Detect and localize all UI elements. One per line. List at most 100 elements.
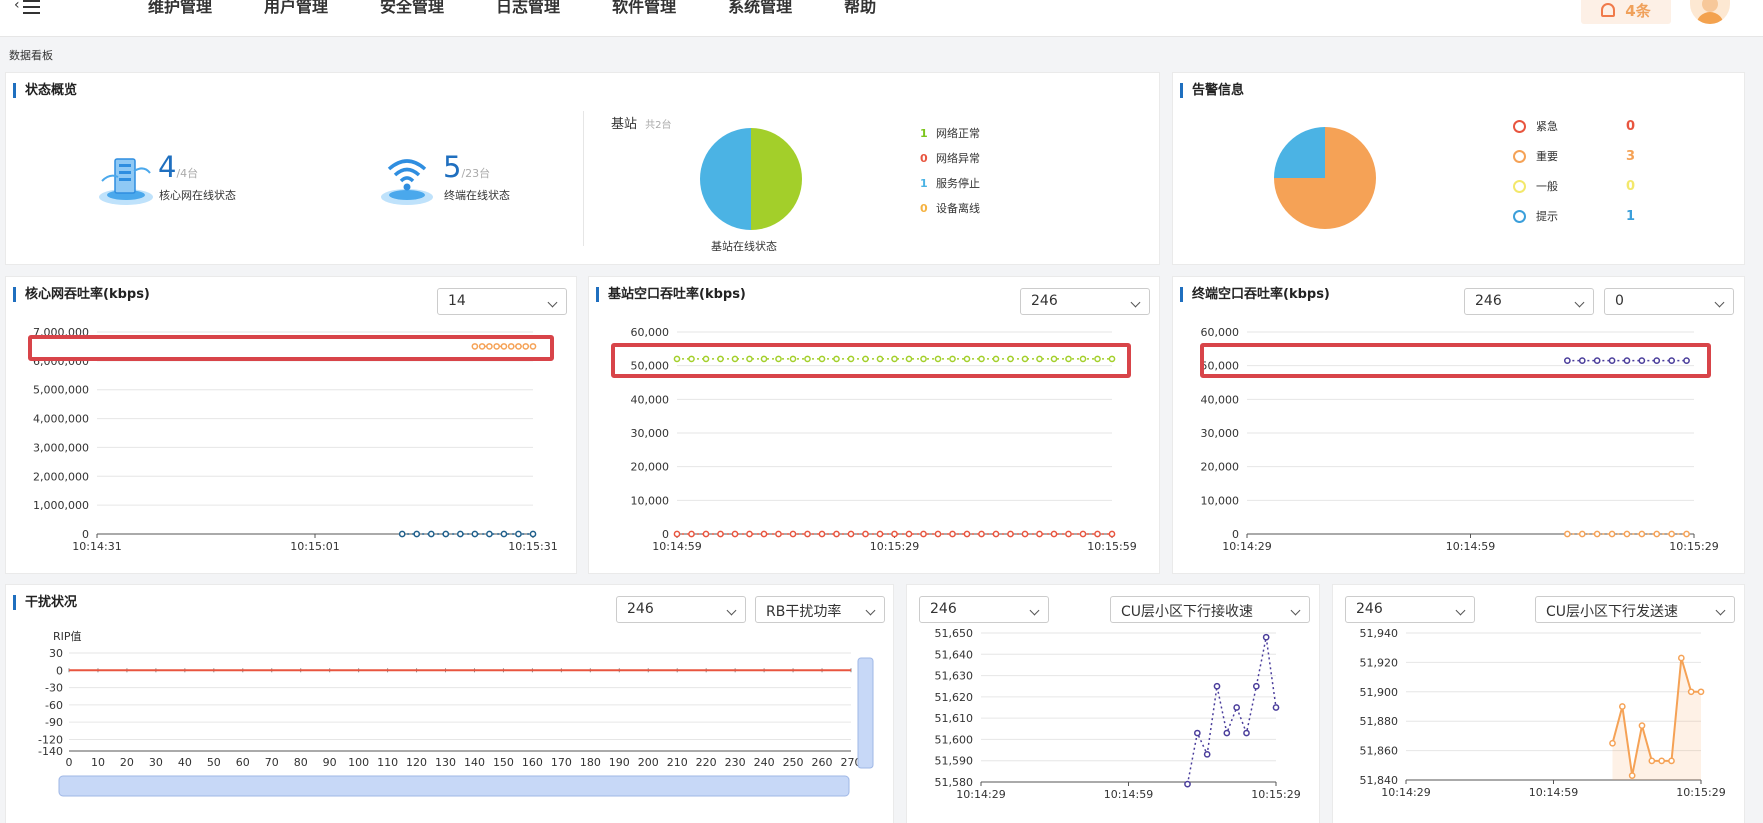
dl-receive-metric-select[interactable]: CU层小区下行接收速	[1110, 596, 1310, 623]
legend-count: 0	[1626, 118, 1636, 134]
legend-item: 1 网络正常	[920, 125, 980, 141]
legend-marker	[1513, 149, 1526, 163]
dl-send-metric-select[interactable]: CU层小区下行发送速	[1535, 596, 1735, 623]
x-tick-label: 100	[348, 756, 369, 769]
terminal-online-label: 终端在线状态	[444, 189, 510, 202]
x-tick-label: 10:14:59	[652, 540, 701, 553]
data-point	[1272, 704, 1280, 711]
x-tick-label: 150	[493, 756, 514, 769]
data-point	[920, 530, 927, 538]
alarm-button[interactable]: 4条	[1581, 0, 1671, 24]
nav-users[interactable]: 用户管理	[264, 0, 328, 17]
data-point	[1050, 530, 1058, 538]
x-tick-label: 90	[323, 756, 337, 769]
y-axis-label: RIP值	[53, 630, 82, 643]
data-point	[847, 530, 855, 538]
legend-item: 0 设备离线	[920, 200, 980, 216]
data-point	[1262, 633, 1270, 641]
legend-item: 紧急 0	[1513, 118, 1635, 134]
y-tick-label: -140	[38, 745, 63, 758]
data-point	[1623, 530, 1631, 538]
nav-software[interactable]: 软件管理	[612, 0, 676, 17]
x-tick-label: 10:14:59	[1529, 786, 1578, 799]
legend-count: 1	[920, 176, 928, 190]
legend-item: 提示 1	[1513, 208, 1635, 224]
data-point	[1252, 682, 1260, 690]
terminal-online-count: 5/23台	[443, 150, 491, 184]
data-point	[1094, 530, 1101, 538]
bs-throughput-title: 基站空口吞吐率(kbps)	[596, 287, 746, 302]
dl-receive-cell-select[interactable]: 246	[919, 596, 1049, 623]
terminal-wifi-icon	[381, 159, 433, 205]
legend-count: 0	[920, 151, 928, 165]
x-tick-label: 120	[406, 756, 427, 769]
data-point	[731, 530, 739, 538]
legend-label: 网络正常	[936, 127, 980, 140]
x-tick-label: 10:15:29	[1676, 786, 1725, 799]
y-tick-label: -90	[45, 716, 63, 729]
bs-node-select[interactable]: 246	[1020, 288, 1150, 315]
nav-security[interactable]: 安全管理	[380, 0, 444, 17]
data-point	[1021, 530, 1029, 538]
core-network-icon	[99, 158, 153, 205]
nav-system[interactable]: 系统管理	[728, 0, 792, 17]
chevron-down-icon	[1130, 297, 1141, 308]
nav-maintenance[interactable]: 维护管理	[148, 0, 212, 17]
legend-item: 1 服务停止	[920, 175, 980, 191]
base-station-heading: 基站 共2台	[611, 117, 672, 132]
data-point	[963, 530, 971, 538]
legend-count: 0	[1626, 178, 1636, 194]
chevron-down-icon	[1714, 297, 1725, 308]
y-tick-label: 51,860	[1360, 745, 1399, 758]
core-throughput-panel: 核心网吞吐率(kbps) 14 0 1,000,000 2,000,000 3,000…	[5, 276, 577, 574]
user-avatar[interactable]	[1690, 0, 1730, 24]
y-tick-label: 60,000	[1201, 326, 1240, 339]
legend-item: 重要 3	[1513, 148, 1635, 164]
x-tick-label: 10:14:59	[1104, 788, 1153, 801]
data-point	[456, 530, 464, 538]
y-tick-label: 5,000,000	[33, 384, 89, 397]
menu-collapse-icon[interactable]: ‹	[14, 0, 40, 14]
data-point	[1628, 772, 1636, 779]
x-tick-label: 70	[265, 756, 279, 769]
dl-receive-chart: 51,58051,59051,60051,61051,62051,63051,6…	[935, 627, 1301, 801]
x-tick-label: 50	[207, 756, 221, 769]
horizontal-zoom-slider	[58, 775, 850, 797]
y-tick-label: 30,000	[631, 427, 670, 440]
chevron-down-icon	[1455, 605, 1466, 616]
nav-help[interactable]: 帮助	[844, 0, 876, 17]
data-point	[891, 530, 898, 538]
data-point	[833, 530, 840, 538]
legend-item: 一般 0	[1513, 178, 1635, 194]
nav-logs[interactable]: 日志管理	[496, 0, 560, 17]
chevron-down-icon	[1290, 605, 1301, 616]
term-ue-select[interactable]: 0	[1604, 288, 1734, 315]
data-point	[862, 530, 869, 538]
y-tick-label: 20,000	[1201, 461, 1240, 474]
data-point	[515, 530, 522, 538]
legend-item: 0 网络异常	[920, 150, 980, 166]
y-tick-label: -30	[45, 682, 63, 695]
vertical-zoom-slider	[857, 657, 874, 769]
interference-cell-select[interactable]: 246	[616, 596, 746, 623]
dl-send-cell-select[interactable]: 246	[1345, 596, 1475, 623]
top-bar: ‹ 维护管理 用户管理 安全管理 日志管理 软件管理 系统管理 帮助 4条	[0, 0, 1763, 37]
core-node-select[interactable]: 14	[437, 288, 567, 315]
x-tick-label: 10:15:29	[870, 540, 919, 553]
interference-metric-select[interactable]: RB干扰功率	[755, 596, 885, 623]
y-tick-label: 40,000	[631, 393, 670, 406]
x-tick-label: 250	[783, 756, 804, 769]
y-tick-label: 51,650	[935, 627, 974, 640]
base-station-pie-chart	[700, 128, 802, 230]
y-tick-label: 51,940	[1360, 627, 1399, 640]
data-point	[1618, 703, 1626, 710]
data-point	[1697, 688, 1705, 696]
data-point	[746, 530, 753, 538]
data-point	[717, 530, 724, 538]
y-tick-label: 40,000	[1201, 393, 1240, 406]
data-point	[1653, 530, 1661, 538]
pie-slice	[1274, 127, 1325, 178]
alarm-pie-chart	[1274, 127, 1376, 229]
term-cell-select[interactable]: 246	[1464, 288, 1594, 315]
x-tick-label: 30	[149, 756, 163, 769]
